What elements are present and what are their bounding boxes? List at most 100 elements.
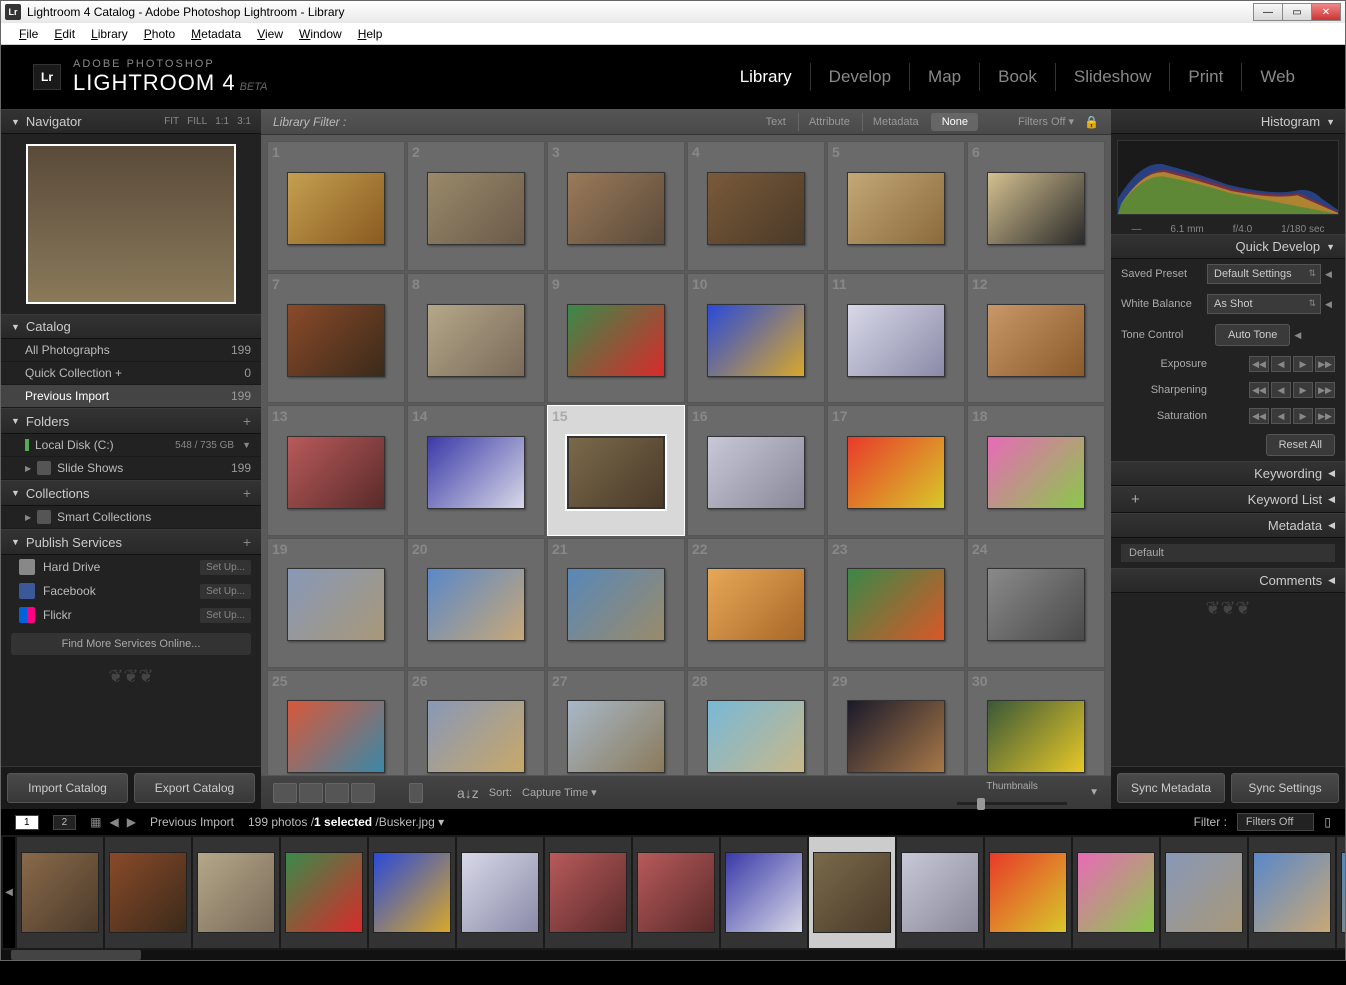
filmstrip-thumb[interactable]: [105, 837, 191, 948]
menu-metadata[interactable]: Metadata: [183, 25, 249, 43]
filmstrip-thumb[interactable]: [457, 837, 543, 948]
exposure-inc-button[interactable]: ▶: [1293, 356, 1313, 372]
menu-photo[interactable]: Photo: [136, 25, 183, 43]
sat-dec2-button[interactable]: ◀◀: [1249, 408, 1269, 424]
keywordlist-header[interactable]: +Keyword List◀: [1111, 486, 1345, 513]
histogram-header[interactable]: Histogram▼: [1111, 109, 1345, 134]
catalog-item[interactable]: Previous Import199: [1, 385, 261, 408]
export-catalog-button[interactable]: Export Catalog: [134, 773, 255, 803]
painter-icon[interactable]: [409, 783, 423, 803]
grid-cell[interactable]: 28: [687, 670, 825, 775]
sort-dropdown[interactable]: Capture Time ▾: [522, 786, 597, 799]
exposure-inc2-button[interactable]: ▶▶: [1315, 356, 1335, 372]
module-book[interactable]: Book: [980, 63, 1056, 91]
minimize-button[interactable]: —: [1253, 3, 1283, 21]
filmstrip-thumb[interactable]: [809, 837, 895, 948]
catalog-item[interactable]: All Photographs199: [1, 339, 261, 362]
sharp-dec2-button[interactable]: ◀◀: [1249, 382, 1269, 398]
expand-icon[interactable]: ◀: [1325, 299, 1335, 310]
add-folder-icon[interactable]: +: [243, 413, 251, 429]
grid-cell[interactable]: 14: [407, 405, 545, 535]
module-develop[interactable]: Develop: [811, 63, 910, 91]
filter-tab-text[interactable]: Text: [756, 113, 796, 131]
filter-dropdown[interactable]: Filters Off: [1237, 813, 1314, 831]
menu-help[interactable]: Help: [350, 25, 391, 43]
nav-zoom-3-1[interactable]: 3:1: [237, 116, 251, 127]
filmstrip-thumb[interactable]: [193, 837, 279, 948]
sat-dec-button[interactable]: ◀: [1271, 408, 1291, 424]
menu-file[interactable]: File: [11, 25, 46, 43]
grid-cell[interactable]: 11: [827, 273, 965, 403]
thumbnail-size-slider[interactable]: [957, 802, 1067, 805]
filmstrip-thumb[interactable]: [17, 837, 103, 948]
grid-cell[interactable]: 25: [267, 670, 405, 775]
filmstrip-scrollbar[interactable]: [1, 950, 1345, 960]
grid-view-icon[interactable]: [273, 783, 297, 803]
grid-cell[interactable]: 10: [687, 273, 825, 403]
menu-library[interactable]: Library: [83, 25, 136, 43]
sat-inc-button[interactable]: ▶: [1293, 408, 1313, 424]
grid-cell[interactable]: 12: [967, 273, 1105, 403]
menu-view[interactable]: View: [249, 25, 291, 43]
grid-cell[interactable]: 4: [687, 141, 825, 271]
wb-select[interactable]: As Shot: [1207, 294, 1321, 314]
grid-cell[interactable]: 17: [827, 405, 965, 535]
filmstrip-thumb[interactable]: [1249, 837, 1335, 948]
add-publish-icon[interactable]: +: [243, 534, 251, 550]
grid-cell[interactable]: 8: [407, 273, 545, 403]
module-slideshow[interactable]: Slideshow: [1056, 63, 1171, 91]
module-map[interactable]: Map: [910, 63, 980, 91]
module-web[interactable]: Web: [1242, 63, 1313, 91]
exposure-dec-button[interactable]: ◀: [1271, 356, 1291, 372]
metadata-header[interactable]: Metadata◀: [1111, 513, 1345, 538]
filmstrip-thumb[interactable]: [985, 837, 1071, 948]
grid-cell[interactable]: 3: [547, 141, 685, 271]
nav-zoom-1-1[interactable]: 1:1: [215, 116, 229, 127]
grid-cell[interactable]: 2: [407, 141, 545, 271]
disk-row[interactable]: Local Disk (C:)548 / 735 GB▼: [1, 434, 261, 457]
sharp-dec-button[interactable]: ◀: [1271, 382, 1291, 398]
grid-cell[interactable]: 26: [407, 670, 545, 775]
import-catalog-button[interactable]: Import Catalog: [7, 773, 128, 803]
filmstrip-thumb[interactable]: [545, 837, 631, 948]
smart-collections-row[interactable]: ▶Smart Collections: [1, 506, 261, 529]
grid-cell[interactable]: 27: [547, 670, 685, 775]
lock-icon[interactable]: 🔒: [1084, 115, 1099, 129]
grid-cell[interactable]: 21: [547, 538, 685, 668]
grid-mode-icon[interactable]: ▦: [90, 815, 101, 829]
quickdevelop-header[interactable]: Quick Develop▼: [1111, 234, 1345, 259]
filter-tab-none[interactable]: None: [931, 113, 978, 131]
grid-cell[interactable]: 13: [267, 405, 405, 535]
grid-cell[interactable]: 29: [827, 670, 965, 775]
grid-cell[interactable]: 5: [827, 141, 965, 271]
grid-cell[interactable]: 15: [547, 405, 685, 535]
filmstrip-left-edge[interactable]: ◀: [3, 837, 15, 948]
loupe-view-icon[interactable]: [299, 783, 323, 803]
catalog-header[interactable]: ▼Catalog: [1, 314, 261, 339]
maximize-button[interactable]: ▭: [1282, 3, 1312, 21]
metadata-preset-select[interactable]: Default: [1121, 544, 1335, 562]
publish-header[interactable]: ▼Publish Services+: [1, 529, 261, 555]
filmstrip-thumb[interactable]: [1337, 837, 1345, 948]
expand-icon[interactable]: ◀: [1325, 269, 1335, 280]
compare-view-icon[interactable]: [325, 783, 349, 803]
nav-zoom-fill[interactable]: FILL: [187, 116, 207, 127]
filmstrip-thumb[interactable]: [897, 837, 983, 948]
sharp-inc2-button[interactable]: ▶▶: [1315, 382, 1335, 398]
find-more-services-button[interactable]: Find More Services Online...: [11, 633, 251, 655]
publish-flickr[interactable]: FlickrSet Up...: [1, 603, 261, 627]
grid-cell[interactable]: 19: [267, 538, 405, 668]
folders-header[interactable]: ▼Folders+: [1, 408, 261, 434]
publish-hd[interactable]: Hard DriveSet Up...: [1, 555, 261, 579]
grid-cell[interactable]: 23: [827, 538, 965, 668]
reset-all-button[interactable]: Reset All: [1266, 434, 1335, 456]
collections-header[interactable]: ▼Collections+: [1, 480, 261, 506]
add-collection-icon[interactable]: +: [243, 485, 251, 501]
filmstrip-thumb[interactable]: [633, 837, 719, 948]
filters-off-label[interactable]: Filters Off ▾: [1018, 115, 1074, 128]
grid-cell[interactable]: 22: [687, 538, 825, 668]
menu-window[interactable]: Window: [291, 25, 350, 43]
module-library[interactable]: Library: [722, 63, 811, 91]
navigator-header[interactable]: ▼ Navigator FITFILL1:13:1: [1, 109, 261, 134]
grid-cell[interactable]: 20: [407, 538, 545, 668]
